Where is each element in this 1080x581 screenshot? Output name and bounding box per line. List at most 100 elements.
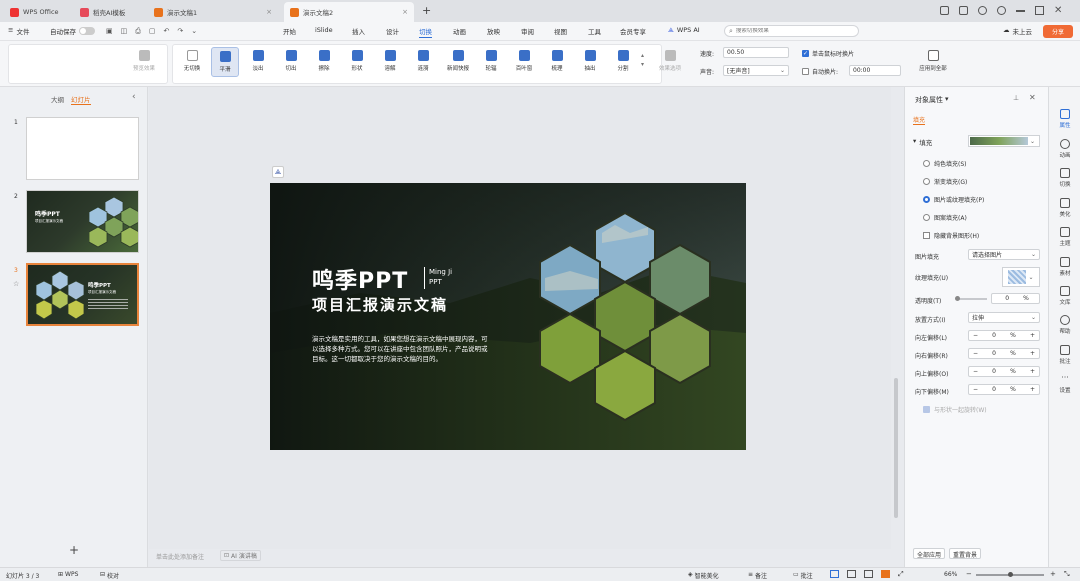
option-gradient-fill[interactable]: 渐变填充(G) [923, 177, 967, 186]
preview-effect-button[interactable]: 预览效果 [128, 47, 160, 77]
sidebar-item-transition[interactable]: 切换 [1049, 168, 1080, 188]
sidebar-item-properties[interactable]: 属性 [1049, 109, 1080, 129]
effect-none[interactable]: 无切换 [178, 47, 206, 77]
layout-icon[interactable] [940, 6, 949, 15]
fill-preview-select[interactable]: ⌄ [968, 135, 1040, 147]
slide-body-text[interactable]: 演示文稿是实用的工具，如果您想在演示文稿中展现内容，可以选择多种方式。您可以在讲… [312, 334, 488, 364]
redo-icon[interactable]: ↷ [177, 27, 183, 36]
apply-all-button[interactable]: 全部应用 [913, 548, 946, 559]
radio-icon[interactable] [923, 214, 930, 221]
checkbox-icon[interactable] [802, 68, 809, 75]
normal-view-icon[interactable] [830, 570, 839, 578]
print-icon[interactable]: ⎙ [135, 27, 141, 36]
speed-input[interactable]: 00.50 [723, 47, 789, 58]
reading-view-icon[interactable] [864, 570, 873, 578]
rotate-with-shape-option[interactable]: 与形状一起旋转(W) [923, 405, 987, 414]
offset-right-stepper[interactable]: − 0% + [968, 348, 1040, 359]
tab-view[interactable]: 视图 [554, 26, 567, 36]
minus-icon[interactable]: − [973, 332, 978, 339]
maximize-icon[interactable] [1035, 6, 1044, 15]
slide-title[interactable]: 鸣季PPT [312, 263, 408, 295]
fit-window-icon[interactable]: ⤢ [898, 570, 904, 579]
search-input[interactable] [735, 28, 846, 34]
effect-newsflash[interactable]: 新闻快报 [442, 47, 474, 77]
tab-ai-template[interactable]: 稻壳AI模板 [74, 2, 146, 22]
sidebar-item-materials[interactable]: 素材 [1049, 257, 1080, 277]
click-advance-option[interactable]: ✓ 单击鼠标时换片 [802, 49, 854, 58]
reset-background-button[interactable]: 重置背景 [949, 548, 982, 559]
effect-ripple[interactable]: 涟漪 [409, 47, 437, 77]
tab-slideshow[interactable]: 放映 [487, 26, 500, 36]
effect-dissolve[interactable]: 溶解 [376, 47, 404, 77]
sidebar-item-animation[interactable]: 动画 [1049, 139, 1080, 159]
sidebar-item-beautify[interactable]: 美化 [1049, 198, 1080, 218]
add-slide-button[interactable]: + [69, 543, 79, 557]
sorter-view-icon[interactable] [847, 570, 856, 578]
effect-fade[interactable]: 淡出 [244, 47, 272, 77]
toggle-switch[interactable] [79, 27, 95, 35]
close-icon[interactable]: × [402, 8, 408, 16]
placement-mode-select[interactable]: 拉伸 ⌄ [968, 312, 1040, 323]
transparency-input[interactable]: 0% [991, 293, 1040, 304]
pin-icon[interactable]: ⊥ [1013, 94, 1019, 102]
slider-handle[interactable] [955, 296, 960, 301]
proofread-button[interactable]: ⊟ 校对 [100, 571, 119, 580]
effect-shape[interactable]: 形状 [343, 47, 371, 77]
undo-icon[interactable]: ↶ [163, 27, 169, 36]
ai-layout-icon[interactable]: ⟁ [272, 166, 284, 178]
preview-icon[interactable]: ▢ [149, 27, 156, 36]
notes-button[interactable]: ≡ 备注 [748, 571, 767, 580]
file-menu[interactable]: ≡ 文件 [8, 26, 29, 36]
comments-button[interactable]: ▭ 批注 [793, 571, 813, 580]
plus-icon[interactable]: + [1030, 368, 1035, 375]
skin-icon[interactable] [978, 6, 987, 15]
sidebar-item-comments[interactable]: 批注 [1049, 345, 1080, 365]
sidebar-item-library[interactable]: 文库 [1049, 286, 1080, 306]
sidebar-item-theme[interactable]: 主题 [1049, 227, 1080, 247]
tab-review[interactable]: 审阅 [521, 26, 534, 36]
gallery-scroll[interactable]: ▴ ▾ [641, 51, 644, 69]
wps-status-button[interactable]: ⊞ WPS [58, 571, 78, 578]
zoom-slider[interactable] [976, 572, 1044, 577]
offset-up-stepper[interactable]: − 0% + [968, 366, 1040, 377]
tab-tools[interactable]: 工具 [588, 26, 601, 36]
minus-icon[interactable]: − [973, 350, 978, 357]
star-icon[interactable]: ☆ [13, 280, 19, 288]
save-icon[interactable]: ▣ [106, 27, 113, 36]
tab-member[interactable]: 会员专享 [620, 26, 646, 36]
option-solid-fill[interactable]: 纯色填充(S) [923, 159, 967, 168]
smart-beautify-button[interactable]: ◈ 智能美化 [688, 571, 719, 580]
offset-left-stepper[interactable]: − 0% + [968, 330, 1040, 341]
tab-animation[interactable]: 动画 [453, 26, 466, 36]
close-window-icon[interactable]: ✕ [1054, 6, 1062, 16]
tab-design[interactable]: 设计 [386, 26, 399, 36]
effect-smooth[interactable]: 平滑 [211, 47, 239, 77]
minus-icon[interactable]: − [973, 368, 978, 375]
radio-icon[interactable] [923, 178, 930, 185]
tab-outline[interactable]: 大纲 [51, 94, 64, 104]
offset-down-stepper[interactable]: − 0% + [968, 384, 1040, 395]
effect-split[interactable]: 分割 [609, 47, 637, 77]
effect-blinds[interactable]: 百叶窗 [510, 47, 538, 77]
tab-wps-home[interactable]: WPS Office [4, 2, 70, 22]
close-panel-icon[interactable]: ✕ [1029, 93, 1036, 102]
tab-islide[interactable]: iSlide [315, 26, 333, 34]
option-hide-background[interactable]: 隐藏背景图形(H) [923, 231, 979, 240]
search-box[interactable]: ⌕ [724, 25, 859, 37]
effect-cut[interactable]: 切出 [277, 47, 305, 77]
canvas-scrollbar[interactable] [894, 378, 898, 518]
panel-title[interactable]: 对象属性 ▾ [915, 95, 949, 105]
zoom-in-icon[interactable]: + [1050, 570, 1056, 578]
play-slideshow-icon[interactable] [881, 570, 890, 578]
tab-fill[interactable]: 填充 [913, 115, 926, 125]
notes-placeholder[interactable]: 单击此处添加备注 [156, 552, 204, 561]
cloud-status[interactable]: ☁ 未上云 [1003, 26, 1032, 36]
zoom-slider-handle[interactable] [1008, 572, 1013, 577]
effect-pull[interactable]: 抽出 [576, 47, 604, 77]
plus-icon[interactable]: + [1030, 332, 1035, 339]
export-icon[interactable]: ◫ [121, 27, 128, 36]
option-pattern-fill[interactable]: 图案填充(A) [923, 213, 967, 222]
effect-wipe[interactable]: 擦除 [310, 47, 338, 77]
avatar[interactable] [997, 6, 1006, 15]
fill-section-header[interactable]: ▾ 填充 [913, 137, 932, 147]
